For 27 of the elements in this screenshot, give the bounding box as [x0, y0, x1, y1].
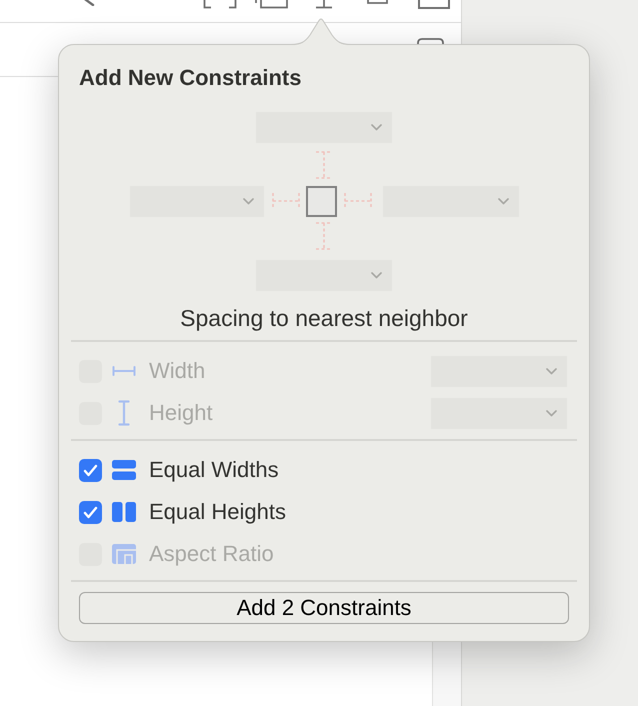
chevron-down-icon: [242, 198, 254, 204]
chevron-down-icon: [498, 198, 508, 204]
add-constraints-button[interactable]: Add 2 Constraints: [79, 592, 569, 624]
chevron-down-icon: [371, 124, 382, 131]
checkbox[interactable]: [79, 458, 102, 482]
chevron-down-icon: [546, 410, 557, 416]
i-beam-icon[interactable]: [315, 0, 333, 9]
side-by-side-bars-icon: [112, 502, 136, 522]
frame-corners-icon[interactable]: [203, 0, 237, 9]
chevron-down-icon: [371, 272, 382, 279]
popover-title: Add New Constraints: [78, 65, 302, 91]
constraint-label: Width: [149, 358, 206, 384]
checkmark-icon: [83, 506, 98, 518]
constraint-label: Aspect Ratio: [149, 541, 274, 567]
constraint-label: Equal Widths: [149, 457, 279, 483]
vertical-i-beam-icon: [118, 400, 130, 426]
stacked-bars-icon: [112, 460, 136, 480]
spacing-caption: Spacing to nearest neighbor: [179, 305, 469, 331]
view-square-icon: [306, 186, 336, 216]
checkbox[interactable]: [79, 500, 102, 524]
chevron-down-icon: [546, 368, 557, 374]
checkmark-icon: [83, 464, 98, 476]
aspect-ratio-icon: [112, 544, 136, 564]
search-icon[interactable]: [83, 0, 95, 6]
constraint-label: Height: [149, 400, 213, 426]
horizontal-i-beam-icon: [112, 366, 136, 376]
constraint-label: Equal Heights: [149, 499, 286, 525]
